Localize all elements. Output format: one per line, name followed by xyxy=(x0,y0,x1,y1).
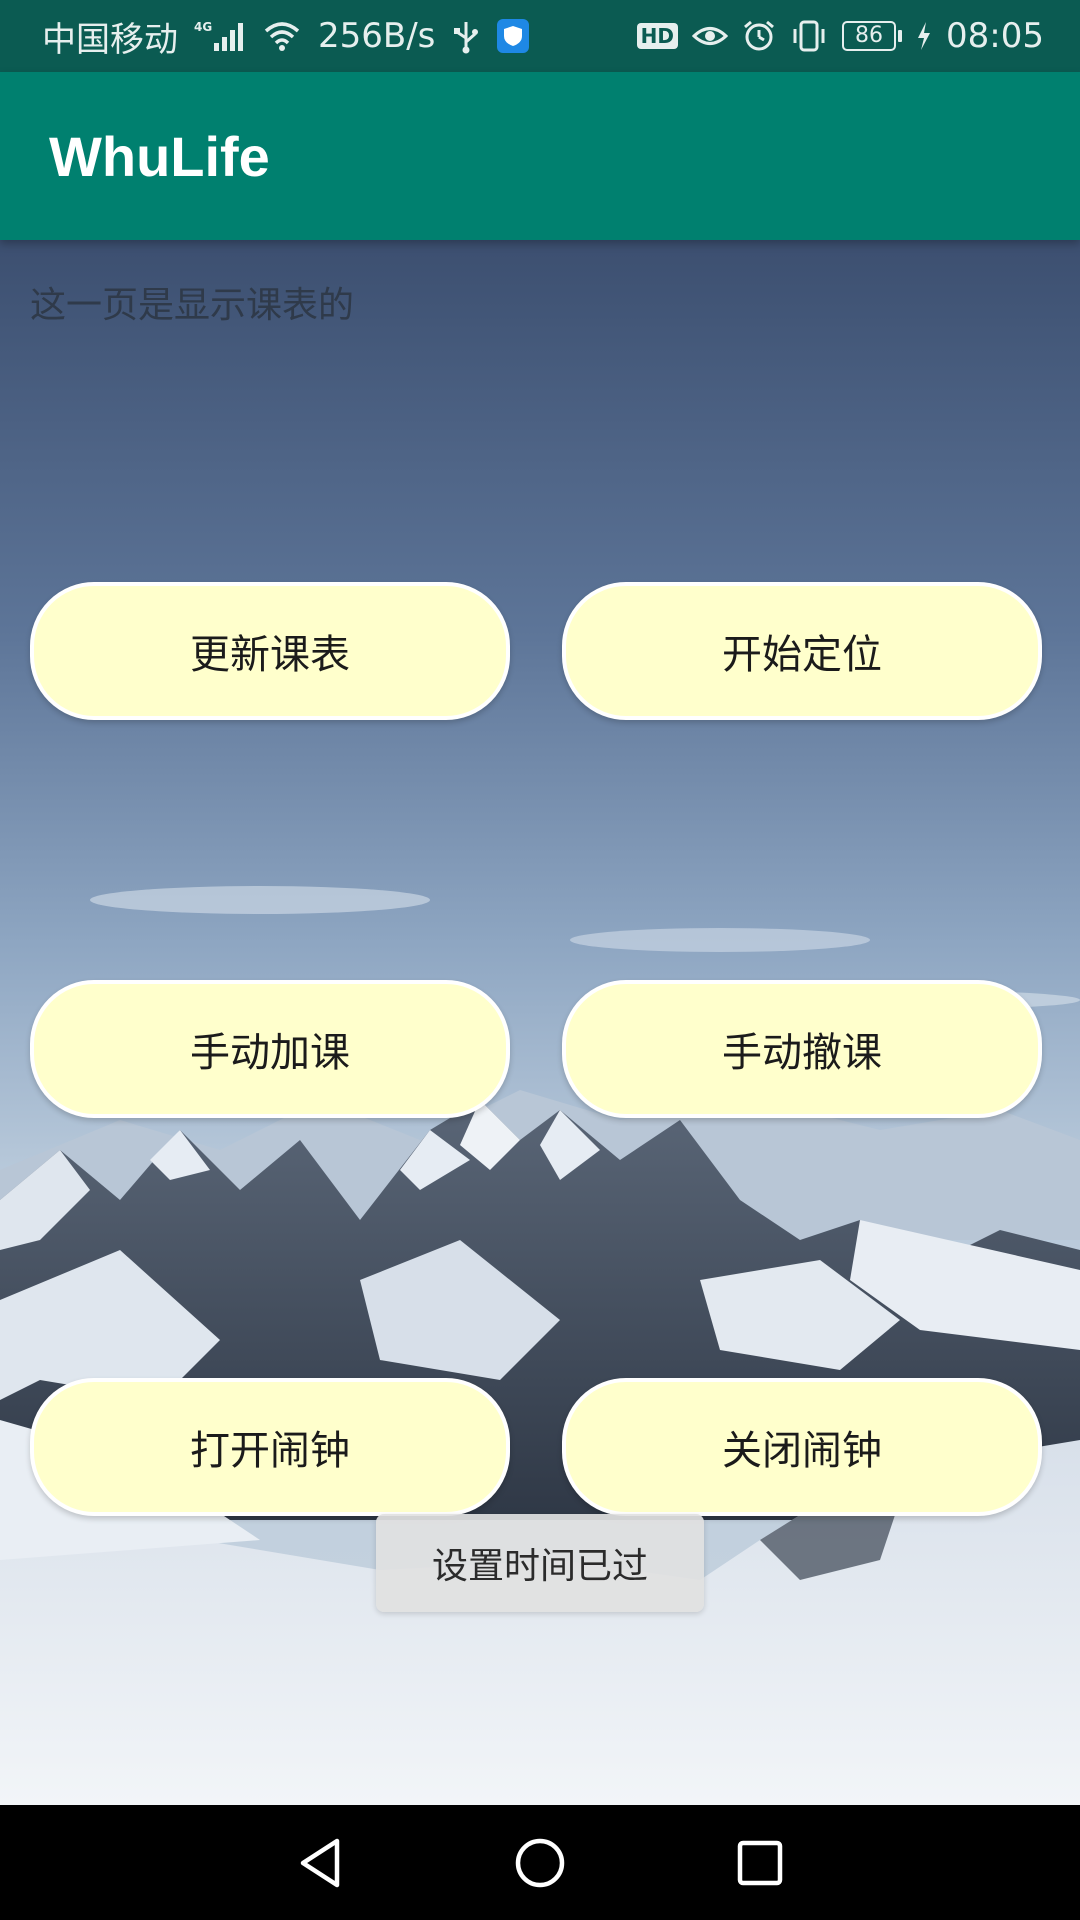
alarm-clock-icon xyxy=(742,19,776,53)
status-left: 中国移动 4G 256B/s xyxy=(42,12,530,61)
add-course-button[interactable]: 手动加课 xyxy=(30,980,510,1118)
start-locating-button[interactable]: 开始定位 xyxy=(562,582,1042,720)
main-content: 这一页是显示课表的 更新课表 开始定位 手动加课 手动撤课 打开闹钟 关闭闹钟 … xyxy=(0,240,1080,1805)
status-right: HD 86 08:05 xyxy=(636,16,1044,56)
back-icon[interactable] xyxy=(285,1828,355,1898)
clock-time: 08:05 xyxy=(946,16,1044,56)
shield-icon xyxy=(497,19,530,53)
app-title: WhuLife xyxy=(49,124,270,188)
close-alarm-button[interactable]: 关闭闹钟 xyxy=(562,1378,1042,1516)
update-schedule-button[interactable]: 更新课表 xyxy=(30,582,510,720)
charging-icon xyxy=(916,21,932,51)
status-bar: 中国移动 4G 256B/s HD 86 08:05 xyxy=(0,0,1080,72)
screen: 中国移动 4G 256B/s HD 86 08:05 WhuLife 这一页是显… xyxy=(0,0,1080,1920)
battery-level: 86 xyxy=(842,21,897,51)
wifi-icon xyxy=(262,19,302,53)
vibrate-icon xyxy=(790,19,828,53)
carrier-label: 中国移动 xyxy=(42,19,178,60)
battery-icon: 86 xyxy=(842,21,903,51)
navigation-bar xyxy=(0,1805,1080,1920)
svg-text:4G: 4G xyxy=(194,20,212,34)
usb-icon xyxy=(451,18,481,54)
eye-icon xyxy=(692,21,729,51)
open-alarm-button[interactable]: 打开闹钟 xyxy=(30,1378,510,1516)
recent-apps-icon[interactable] xyxy=(725,1828,795,1898)
signal-icon: 4G xyxy=(194,19,246,53)
app-bar: WhuLife xyxy=(0,72,1080,240)
home-icon[interactable] xyxy=(505,1828,575,1898)
page-description: 这一页是显示课表的 xyxy=(30,285,355,326)
remove-course-button[interactable]: 手动撤课 xyxy=(562,980,1042,1118)
hd-badge: HD xyxy=(636,23,679,49)
network-speed: 256B/s xyxy=(318,16,436,56)
toast-message: 设置时间已过 xyxy=(376,1514,704,1612)
